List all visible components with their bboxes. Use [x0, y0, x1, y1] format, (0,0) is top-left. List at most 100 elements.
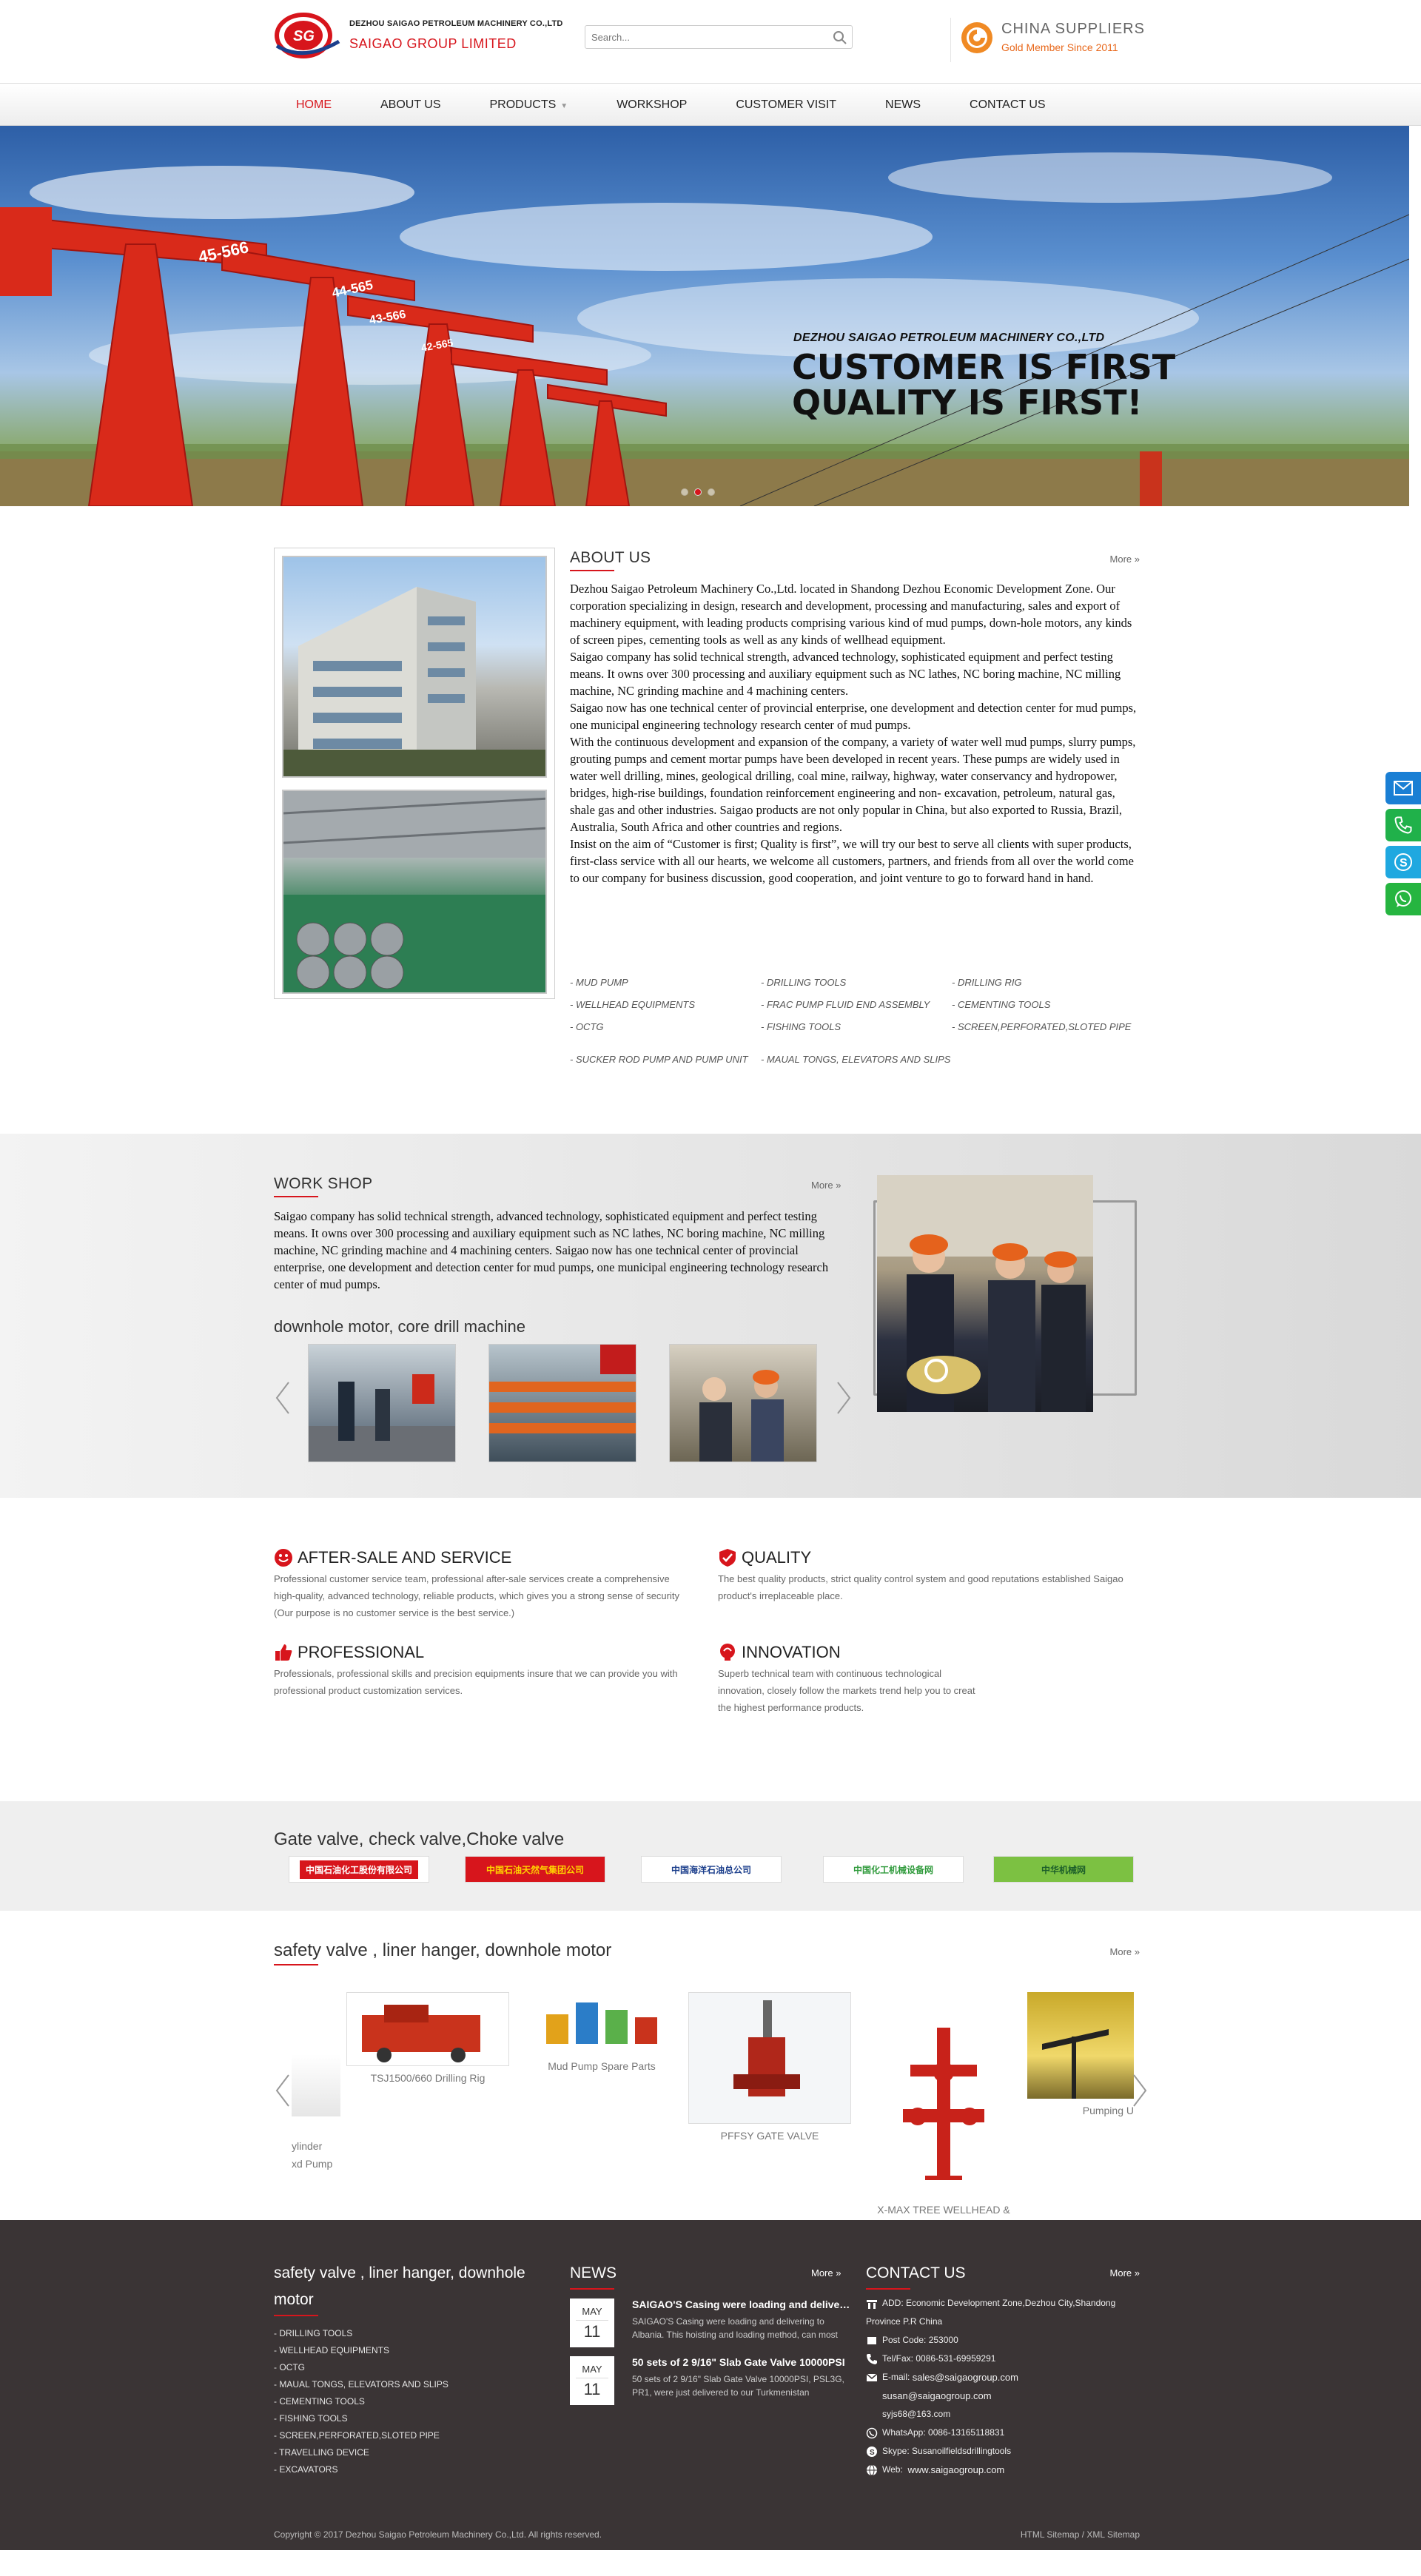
about-photos — [274, 548, 555, 999]
partner-logo-cnpc[interactable]: 中国石油天然气集团公司 — [465, 1856, 605, 1883]
workshop-more-link[interactable]: More » — [811, 1180, 841, 1191]
news-day: 11 — [576, 2378, 608, 2399]
products-more-link[interactable]: More » — [1110, 1946, 1140, 1957]
nav-contact-us[interactable]: CONTACT US — [970, 98, 1046, 112]
product-item[interactable]: X-MAX TREE WELLHEAD & CHRISTMAS TREE EQU… — [859, 1992, 1029, 2236]
carousel-prev-arrow[interactable] — [274, 1379, 292, 1416]
product-item[interactable]: ylinder xd Pump — [292, 2037, 340, 2173]
category-link[interactable]: - SUCKER ROD PUMP AND PUMP UNIT — [570, 1051, 761, 1069]
products-section: safety valve , liner hanger, downhole mo… — [0, 1911, 1421, 2233]
footer-column-title: CONTACT US — [866, 2264, 966, 2281]
nav-customer-visit[interactable]: CUSTOMER VISIT — [736, 98, 836, 112]
product-category-links: - MUD PUMP - DRILLING TOOLS - DRILLING R… — [570, 974, 1147, 1069]
footer-news-heading: NEWS — [570, 2260, 617, 2290]
footer-link[interactable]: - CEMENTING TOOLS — [274, 2393, 555, 2410]
news-item[interactable]: MAY 11 SAIGAO'S Casing were loading and d… — [570, 2298, 851, 2347]
china-suppliers-badge[interactable]: CHINA SUPPLIERS Gold Member Since 2011 — [950, 18, 1150, 62]
category-link[interactable]: - FISHING TOOLS — [761, 1018, 952, 1036]
category-link[interactable]: - DRILLING TOOLS — [761, 974, 952, 992]
title-underline — [274, 1196, 318, 1197]
contact-postcode-text: Post Code: 253000 — [882, 2335, 958, 2345]
float-phone-button[interactable] — [1385, 809, 1421, 841]
category-link[interactable]: - OCTG — [570, 1018, 761, 1036]
skype-icon: S — [867, 2446, 877, 2457]
news-title[interactable]: 50 sets of 2 9/16" Slab Gate Valve 10000… — [632, 2356, 851, 2368]
contact-email-link[interactable]: susan@saigaogroup.com — [866, 2387, 1147, 2405]
float-whatsapp-button[interactable] — [1385, 883, 1421, 915]
nav-about-us[interactable]: ABOUT US — [380, 98, 441, 112]
about-title: ABOUT US — [570, 549, 651, 566]
workshop-thumbnail[interactable] — [669, 1344, 817, 1462]
email-icon — [1394, 781, 1413, 796]
carousel-next-arrow[interactable] — [835, 1379, 853, 1416]
service-after-sale: AFTER-SALE AND SERVICE Professional cust… — [274, 1548, 688, 1621]
footer-column-title: safety valve , liner hanger, downhole mo… — [274, 2264, 525, 2308]
banner-headline-line2: QUALITY IS FIRST! — [792, 383, 1143, 423]
footer-link[interactable]: - WELLHEAD EQUIPMENTS — [274, 2342, 555, 2359]
slider-dot[interactable] — [681, 488, 688, 496]
supplier-title: CHINA SUPPLIERS — [1001, 21, 1145, 37]
partner-logo-cnooc[interactable]: 中国海洋石油总公司 — [641, 1856, 782, 1883]
product-item[interactable]: Mud Pump Spare Parts — [539, 1992, 665, 2075]
workshop-thumbnail[interactable] — [488, 1344, 636, 1462]
service-heading: AFTER-SALE AND SERVICE — [274, 1548, 688, 1567]
carousel-prev-arrow[interactable] — [274, 2072, 292, 2109]
contact-email-link[interactable]: sales@saigaogroup.com — [913, 2368, 1018, 2387]
partner-logo-sinopec[interactable]: 中国石油化工股份有限公司 — [289, 1856, 429, 1883]
footer-link[interactable]: - FISHING TOOLS — [274, 2410, 555, 2427]
contact-web: Web: www.saigaogroup.com — [866, 2461, 1147, 2479]
sitemap-links[interactable]: HTML Sitemap / XML Sitemap — [1021, 2529, 1140, 2540]
contact-web-link[interactable]: www.saigaogroup.com — [907, 2461, 1004, 2479]
slider-dot[interactable] — [694, 488, 702, 496]
category-link[interactable]: - SCREEN,PERFORATED,SLOTED PIPE — [952, 1018, 1143, 1036]
partner-logo-machine[interactable]: 中华机械网 — [993, 1856, 1134, 1883]
category-link[interactable]: - DRILLING RIG — [952, 974, 1143, 992]
nav-workshop[interactable]: WORKSHOP — [617, 98, 687, 112]
product-item[interactable]: TSJ1500/660 Drilling Rig — [346, 1992, 509, 2087]
about-more-link[interactable]: More » — [1110, 554, 1140, 565]
category-link[interactable]: - CEMENTING TOOLS — [952, 996, 1143, 1014]
search-input[interactable] — [585, 26, 822, 48]
nav-news[interactable]: NEWS — [885, 98, 921, 112]
copyright: Copyright © 2017 Dezhou Saigao Petroleum… — [274, 2529, 602, 2540]
workshop-thumbnail[interactable] — [308, 1344, 456, 1462]
footer-link[interactable]: - SCREEN,PERFORATED,SLOTED PIPE — [274, 2427, 555, 2444]
title-underline — [274, 1964, 318, 1965]
category-link[interactable]: - MAUAL TONGS, ELEVATORS AND SLIPS — [761, 1051, 952, 1069]
category-link[interactable]: - MUD PUMP — [570, 974, 761, 992]
footer-link[interactable]: - DRILLING TOOLS — [274, 2325, 555, 2342]
svg-text:S: S — [870, 2449, 875, 2457]
slider-dot[interactable] — [708, 488, 715, 496]
nav-products[interactable]: PRODUCTS ▼ — [490, 98, 568, 112]
footer-products-column: safety valve , liner hanger, downhole mo… — [274, 2260, 555, 2478]
about-paragraph: Dezhou Saigao Petroleum Machinery Co.,Lt… — [570, 582, 1132, 647]
float-skype-button[interactable]: S — [1385, 846, 1421, 878]
site-logo[interactable]: SG DEZHOU SAIGAO PETROLEUM MACHINERY CO.… — [274, 9, 570, 61]
product-item[interactable]: PFFSY GATE VALVE — [688, 1992, 851, 2145]
search-icon[interactable] — [833, 30, 847, 45]
nav-home[interactable]: HOME — [296, 98, 332, 112]
contact-more-link[interactable]: More » — [1110, 2267, 1140, 2279]
carousel-next-arrow[interactable] — [1131, 2072, 1149, 2109]
products-heading: safety valve , liner hanger, downhole mo… — [274, 1940, 611, 1965]
service-text: Professional customer service team, prof… — [274, 1573, 679, 1618]
product-item[interactable]: Pumping U — [1027, 1992, 1134, 2119]
partner-logo-chem86[interactable]: 中国化工机械设备网 — [823, 1856, 964, 1883]
news-more-link[interactable]: More » — [811, 2267, 841, 2279]
title-underline — [274, 2315, 318, 2316]
about-paragraph: With the continuous development and expa… — [570, 735, 1136, 834]
footer-link[interactable]: - MAUAL TONGS, ELEVATORS AND SLIPS — [274, 2376, 555, 2393]
footer-link[interactable]: - EXCAVATORS — [274, 2461, 555, 2478]
service-title: AFTER-SALE AND SERVICE — [298, 1548, 512, 1567]
footer-link[interactable]: - TRAVELLING DEVICE — [274, 2444, 555, 2461]
about-paragraph: Saigao now has one technical center of p… — [570, 701, 1137, 732]
contact-email-link[interactable]: syjs68@163.com — [866, 2405, 1147, 2424]
float-email-button[interactable] — [1385, 772, 1421, 804]
category-link[interactable]: - FRAC PUMP FLUID END ASSEMBLY — [761, 996, 952, 1014]
footer-link[interactable]: - OCTG — [274, 2359, 555, 2376]
contact-skype-text: Skype: Susanoilfieldsdrillingtools — [882, 2446, 1012, 2456]
category-link[interactable]: - WELLHEAD EQUIPMENTS — [570, 996, 761, 1014]
news-summary: SAIGAO'S Casing were loading and deliver… — [632, 2316, 838, 2340]
news-title[interactable]: SAIGAO'S Casing were loading and deliver… — [632, 2298, 851, 2310]
news-item[interactable]: MAY 11 50 sets of 2 9/16" Slab Gate Valve… — [570, 2356, 851, 2405]
